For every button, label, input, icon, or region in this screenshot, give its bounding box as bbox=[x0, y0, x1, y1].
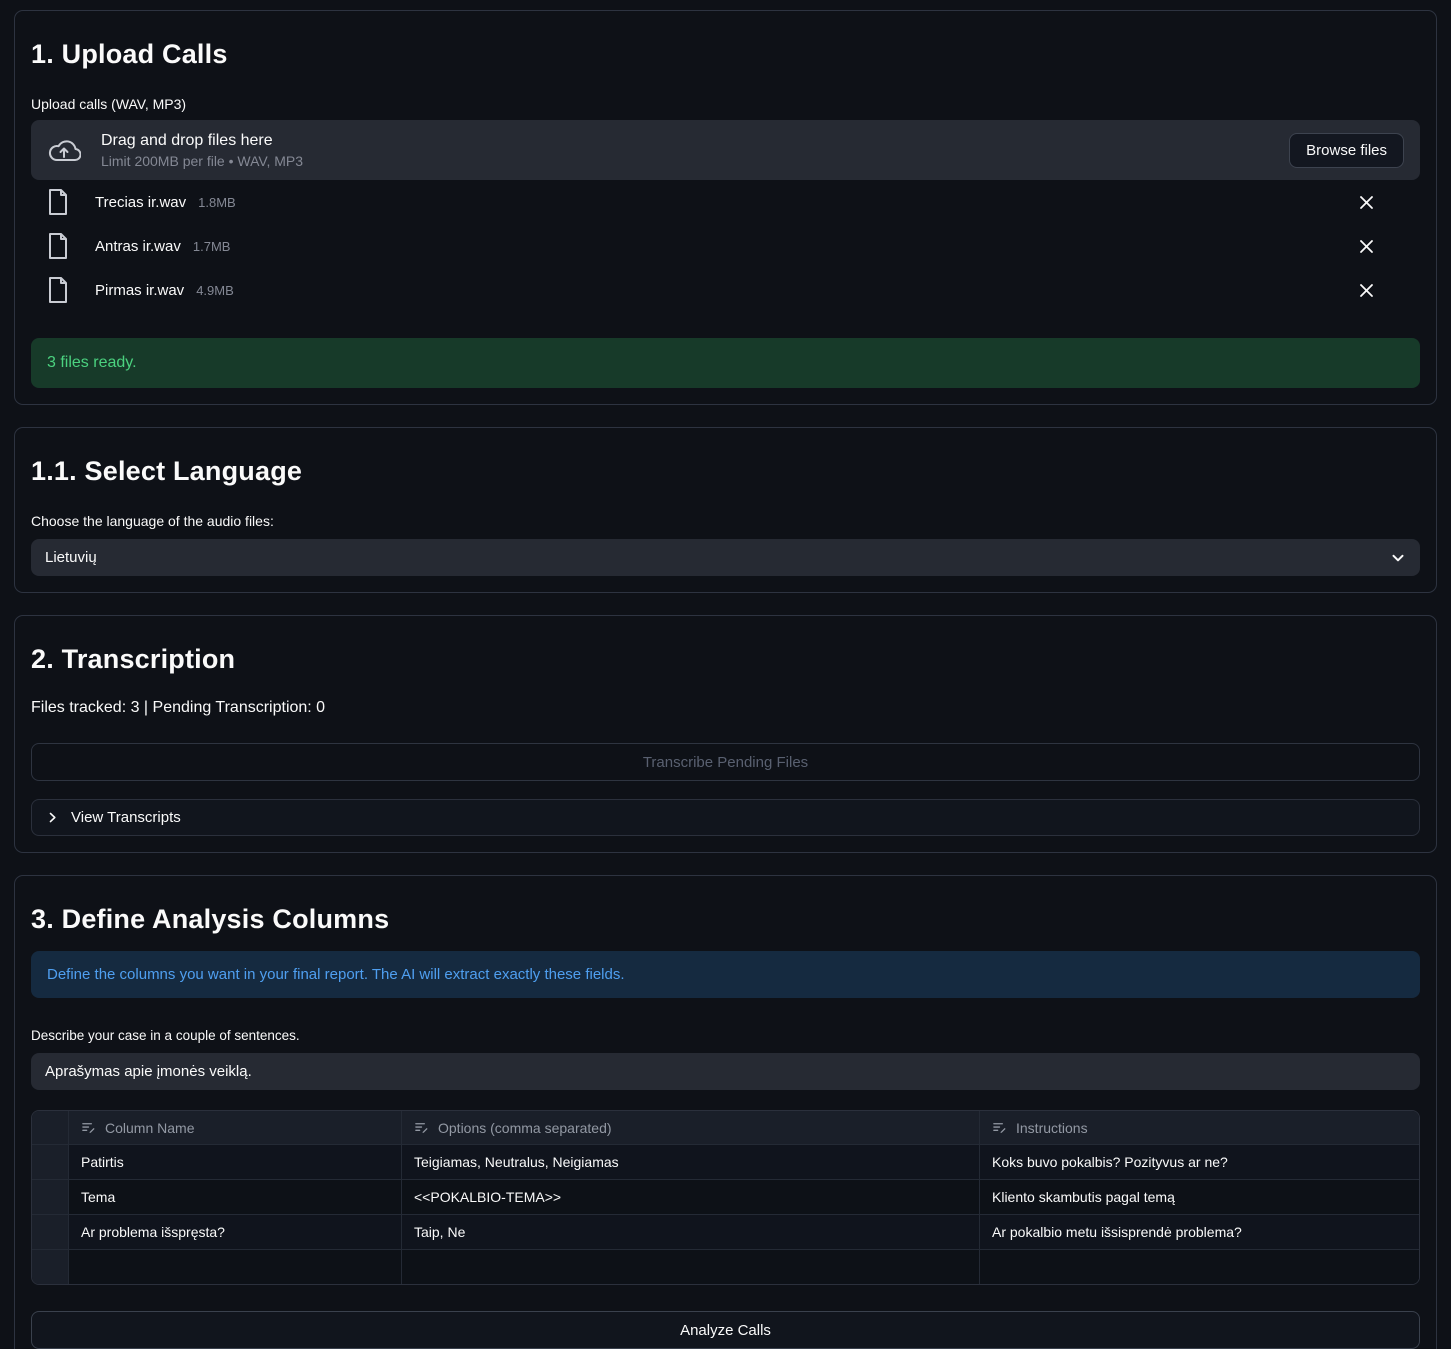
table-cell[interactable] bbox=[980, 1250, 1419, 1284]
uploader-label: Upload calls (WAV, MP3) bbox=[31, 96, 1420, 112]
row-gutter[interactable] bbox=[32, 1250, 69, 1284]
close-icon bbox=[1359, 195, 1374, 210]
files-ready-alert: 3 files ready. bbox=[31, 338, 1420, 388]
cloud-upload-icon bbox=[47, 137, 81, 164]
file-name: Trecias ir.wav bbox=[95, 194, 186, 211]
text-column-icon bbox=[992, 1120, 1007, 1135]
uploaded-file-row: Pirmas ir.wav 4.9MB bbox=[31, 268, 1420, 312]
file-size: 1.7MB bbox=[193, 239, 231, 254]
table-row: Ar problema išspręsta? Taip, Ne Ar pokal… bbox=[32, 1214, 1419, 1249]
row-gutter bbox=[32, 1111, 69, 1144]
table-cell[interactable] bbox=[402, 1250, 980, 1284]
close-icon bbox=[1359, 283, 1374, 298]
table-cell[interactable]: Taip, Ne bbox=[402, 1215, 980, 1249]
app-page: 1. Upload Calls Upload calls (WAV, MP3) … bbox=[0, 0, 1451, 1349]
table-cell[interactable]: Tema bbox=[69, 1180, 402, 1214]
expander-label: View Transcripts bbox=[71, 809, 181, 826]
remove-file-button[interactable] bbox=[1352, 276, 1380, 304]
table-cell[interactable] bbox=[69, 1250, 402, 1284]
file-dropzone[interactable]: Drag and drop files here Limit 200MB per… bbox=[31, 120, 1420, 180]
table-cell[interactable]: Ar problema išspręsta? bbox=[69, 1215, 402, 1249]
row-gutter[interactable] bbox=[32, 1145, 69, 1179]
language-select-label: Choose the language of the audio files: bbox=[31, 513, 1420, 529]
table-row: Patirtis Teigiamas, Neutralus, Neigiamas… bbox=[32, 1144, 1419, 1179]
table-cell[interactable]: Patirtis bbox=[69, 1145, 402, 1179]
file-name: Antras ir.wav bbox=[95, 238, 181, 255]
analysis-columns-title: 3. Define Analysis Columns bbox=[31, 904, 1420, 935]
view-transcripts-expander[interactable]: View Transcripts bbox=[31, 799, 1420, 836]
dropzone-title: Drag and drop files here bbox=[101, 132, 1269, 150]
uploaded-file-row: Antras ir.wav 1.7MB bbox=[31, 224, 1420, 268]
chevron-down-icon bbox=[1390, 550, 1406, 566]
transcription-title: 2. Transcription bbox=[31, 644, 1420, 675]
select-language-section: 1.1. Select Language Choose the language… bbox=[14, 427, 1437, 593]
column-header[interactable]: Options (comma separated) bbox=[402, 1111, 980, 1144]
analysis-columns-table: Column Name Options (comma separated) bbox=[31, 1110, 1420, 1285]
text-column-icon bbox=[414, 1120, 429, 1135]
file-icon bbox=[47, 232, 81, 260]
text-column-icon bbox=[81, 1120, 96, 1135]
transcription-status-text: Files tracked: 3 | Pending Transcription… bbox=[31, 699, 1420, 717]
uploaded-file-row: Trecias ir.wav 1.8MB bbox=[31, 180, 1420, 224]
remove-file-button[interactable] bbox=[1352, 232, 1380, 260]
file-size: 4.9MB bbox=[196, 283, 234, 298]
column-header-label: Options (comma separated) bbox=[438, 1120, 612, 1136]
table-cell[interactable]: Teigiamas, Neutralus, Neigiamas bbox=[402, 1145, 980, 1179]
transcription-section: 2. Transcription Files tracked: 3 | Pend… bbox=[14, 615, 1437, 853]
file-icon bbox=[47, 276, 81, 304]
upload-calls-section: 1. Upload Calls Upload calls (WAV, MP3) … bbox=[14, 10, 1437, 405]
browse-files-button[interactable]: Browse files bbox=[1289, 133, 1404, 168]
table-row: Tema <<POKALBIO-TEMA>> Kliento skambutis… bbox=[32, 1179, 1419, 1214]
table-cell[interactable]: Ar pokalbio metu išsisprendė problema? bbox=[980, 1215, 1419, 1249]
file-icon bbox=[47, 188, 81, 216]
table-cell[interactable]: Kliento skambutis pagal temą bbox=[980, 1180, 1419, 1214]
file-size: 1.8MB bbox=[198, 195, 236, 210]
transcribe-pending-button[interactable]: Transcribe Pending Files bbox=[31, 743, 1420, 781]
upload-calls-title: 1. Upload Calls bbox=[31, 39, 1420, 70]
language-selectbox[interactable]: Lietuvių bbox=[31, 539, 1420, 576]
analyze-calls-button[interactable]: Analyze Calls bbox=[31, 1311, 1420, 1349]
table-empty-row bbox=[32, 1249, 1419, 1284]
table-header-row: Column Name Options (comma separated) bbox=[32, 1111, 1419, 1144]
table-cell[interactable]: <<POKALBIO-TEMA>> bbox=[402, 1180, 980, 1214]
column-header[interactable]: Column Name bbox=[69, 1111, 402, 1144]
dropzone-limit-text: Limit 200MB per file • WAV, MP3 bbox=[101, 153, 1269, 169]
analysis-columns-section: 3. Define Analysis Columns Define the co… bbox=[14, 875, 1437, 1349]
column-header-label: Instructions bbox=[1016, 1120, 1088, 1136]
column-header[interactable]: Instructions bbox=[980, 1111, 1419, 1144]
dropzone-texts: Drag and drop files here Limit 200MB per… bbox=[101, 132, 1269, 169]
case-input-label: Describe your case in a couple of senten… bbox=[31, 1028, 1420, 1043]
select-language-title: 1.1. Select Language bbox=[31, 456, 1420, 487]
table-cell[interactable]: Koks buvo pokalbis? Pozityvus ar ne? bbox=[980, 1145, 1419, 1179]
case-input-value: Aprašymas apie įmonės veiklą. bbox=[45, 1063, 252, 1080]
chevron-right-icon bbox=[46, 811, 59, 824]
row-gutter[interactable] bbox=[32, 1215, 69, 1249]
close-icon bbox=[1359, 239, 1374, 254]
remove-file-button[interactable] bbox=[1352, 188, 1380, 216]
language-selected-value: Lietuvių bbox=[45, 549, 97, 566]
file-name: Pirmas ir.wav bbox=[95, 282, 184, 299]
define-columns-info-alert: Define the columns you want in your fina… bbox=[31, 951, 1420, 998]
row-gutter[interactable] bbox=[32, 1180, 69, 1214]
column-header-label: Column Name bbox=[105, 1120, 194, 1136]
case-description-input[interactable]: Aprašymas apie įmonės veiklą. bbox=[31, 1053, 1420, 1090]
